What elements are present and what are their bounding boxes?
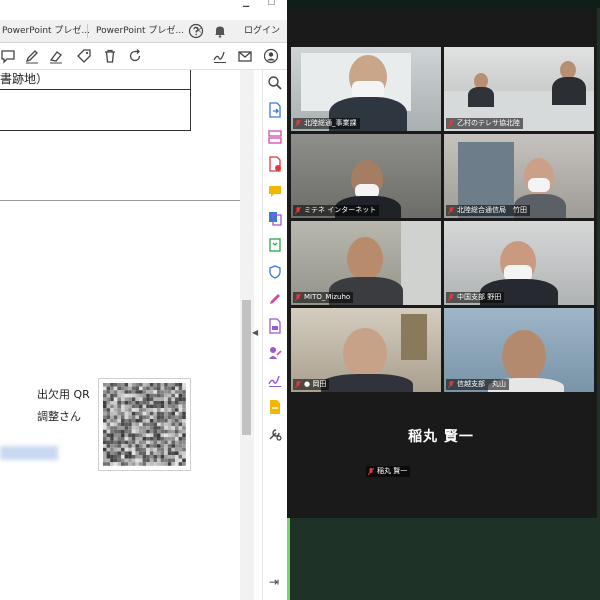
participant-tile-2[interactable]: 乙村のテレサ協北陸 (444, 47, 594, 131)
title-strip: ▁ ☐ (0, 0, 287, 8)
tab-bar: PowerPoint プレゼ... PowerPoint プレゼ... × ログ… (0, 20, 287, 43)
participant-nametag: MITO_Mizuho (293, 292, 354, 303)
organize-icon[interactable] (267, 129, 283, 145)
pen-icon[interactable] (24, 48, 40, 64)
participant-nametag: ミテネ インターネット (293, 205, 380, 216)
eraser-icon[interactable] (48, 48, 64, 64)
participant-nametag: 北陸総通_事業課 (293, 118, 360, 129)
qr-label-line1: 出欠用 QR (37, 388, 90, 401)
stamp-icon[interactable] (267, 399, 283, 415)
participant-tile-6[interactable]: 中国支部 野田 (444, 221, 594, 305)
muted-mic-icon (368, 468, 374, 475)
participant-nametag: 中国支部 野田 (446, 292, 505, 303)
participant-name: ミテネ インターネット (304, 206, 377, 214)
combine-icon[interactable] (267, 210, 283, 226)
participant-tile-8[interactable]: 信越支部 丸山 (444, 308, 594, 392)
compress-icon[interactable] (267, 237, 283, 253)
qr-code (98, 378, 191, 471)
comment-icon[interactable] (0, 48, 16, 64)
participant-tile-1[interactable]: 北陸総通_事業課 (291, 47, 441, 131)
table-line (0, 89, 191, 90)
create-pdf-icon[interactable] (267, 156, 283, 172)
toolbar (0, 43, 287, 70)
expand-panel-icon[interactable]: ⇥ (269, 575, 279, 589)
participant-name: ● 岡田 (304, 380, 327, 388)
participant-name: 乙村のテレサ協北陸 (457, 119, 520, 127)
sign-tool-icon[interactable] (267, 372, 283, 388)
bell-icon[interactable] (212, 23, 228, 39)
export-pdf-icon[interactable] (267, 102, 283, 118)
participant-tile-7[interactable]: ● 岡田 (291, 308, 441, 392)
zoom-icon[interactable] (267, 75, 283, 91)
tools-rail: ⇥ (262, 70, 287, 600)
meeting-title-bar (287, 0, 600, 8)
tools-icon[interactable] (267, 426, 283, 442)
muted-mic-icon (448, 120, 454, 127)
comment-tool-icon[interactable] (267, 183, 283, 199)
participant-nametag: 乙村のテレサ協北陸 (446, 118, 523, 129)
tab-powerpoint-1[interactable]: PowerPoint プレゼ... (2, 20, 90, 42)
pdf-icon[interactable] (267, 318, 283, 334)
muted-mic-icon (448, 294, 454, 301)
muted-mic-icon (295, 381, 301, 388)
page-separator (0, 200, 240, 201)
address-fragment: 書跡地） (0, 72, 49, 86)
collapse-panel-icon[interactable]: ◀ (252, 328, 258, 337)
rotate-icon[interactable] (127, 48, 143, 64)
qr-code-image (103, 383, 186, 466)
tab-label: PowerPoint プレゼ... (96, 26, 185, 36)
participant-nametag: 北陸総合通信局 竹田 (446, 205, 530, 216)
table-line (190, 70, 191, 131)
minimize-icon[interactable]: ▁ (243, 0, 249, 7)
pdf-viewer-window: ▁ ☐ PowerPoint プレゼ... PowerPoint プレゼ... … (0, 0, 287, 600)
qr-label-line2: 調整さん (37, 410, 81, 423)
login-button[interactable]: ログイン (244, 20, 280, 42)
participant-tile-3[interactable]: ミテネ インターネット (291, 134, 441, 218)
participant-name: 北陸総通_事業課 (304, 119, 357, 127)
document-page: 書跡地） 出欠用 QR 調整さん (0, 70, 240, 600)
participant-nametag: 信越支部 丸山 (446, 379, 509, 390)
muted-mic-icon (295, 120, 301, 127)
participant-name: MITO_Mizuho (304, 293, 351, 301)
blurred-link[interactable] (0, 446, 58, 460)
tab-label: PowerPoint プレゼ... (2, 26, 91, 36)
participant-tile-5[interactable]: MITO_Mizuho (291, 221, 441, 305)
active-speaker-nametag: 稲丸 賢一 (366, 466, 411, 477)
tab-powerpoint-2[interactable]: PowerPoint プレゼ... × (96, 20, 202, 42)
window-edge (287, 518, 290, 600)
participant-name: 信越支部 丸山 (457, 380, 506, 388)
muted-mic-icon (448, 207, 454, 214)
muted-mic-icon (295, 207, 301, 214)
participant-name: 中国支部 野田 (457, 293, 502, 301)
help-icon[interactable] (188, 23, 204, 39)
active-speaker-name: 稲丸 賢一 (408, 429, 474, 445)
fill-sign-icon[interactable] (267, 345, 283, 361)
protect-icon[interactable] (267, 264, 283, 280)
tag-icon[interactable] (76, 48, 92, 64)
participant-tile-4[interactable]: 北陸総合通信局 竹田 (444, 134, 594, 218)
participant-name: 稲丸 賢一 (377, 467, 408, 475)
scrollbar-thumb[interactable] (242, 300, 251, 435)
participant-name: 北陸総合通信局 竹田 (457, 206, 527, 214)
delete-icon[interactable] (102, 48, 118, 64)
participant-nametag: ● 岡田 (293, 379, 330, 390)
account-icon[interactable] (263, 48, 279, 64)
muted-mic-icon (448, 381, 454, 388)
edit-icon[interactable] (267, 291, 283, 307)
muted-mic-icon (295, 294, 301, 301)
maximize-icon[interactable]: ☐ (268, 0, 275, 7)
tab-separator (87, 24, 88, 38)
sign-icon[interactable] (212, 48, 228, 64)
table-line (0, 130, 191, 131)
mail-icon[interactable] (237, 48, 253, 64)
